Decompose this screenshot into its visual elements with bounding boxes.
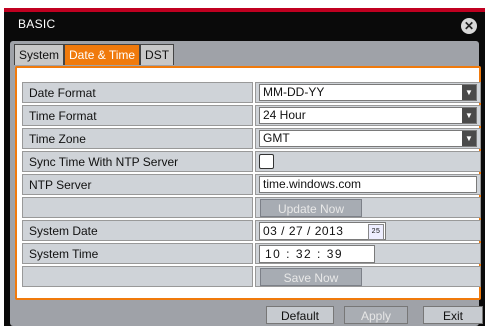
row-update-now: Update Now xyxy=(22,197,486,220)
ntp-server-label: NTP Server xyxy=(22,174,253,195)
ntp-sync-cell xyxy=(255,151,481,172)
time-zone-label: Time Zone xyxy=(22,128,253,149)
row-ntp-sync: Sync Time With NTP Server xyxy=(22,151,486,174)
update-now-button[interactable]: Update Now xyxy=(260,199,362,217)
row-system-time: System Time 10 : 32 : 39 xyxy=(22,243,486,266)
date-format-value: MM-DD-YY xyxy=(263,85,325,99)
date-format-cell: MM-DD-YY ▼ xyxy=(255,82,481,103)
tab-bar: System Date & Time DST xyxy=(14,44,175,65)
save-now-cell: Save Now xyxy=(255,266,481,287)
time-zone-cell: GMT ▼ xyxy=(255,128,481,149)
chevron-down-icon[interactable]: ▼ xyxy=(462,85,476,100)
time-zone-select[interactable]: GMT ▼ xyxy=(259,130,477,147)
system-date-cell: 03 / 27 / 2013 25 xyxy=(255,220,481,241)
chevron-down-icon[interactable]: ▼ xyxy=(462,108,476,123)
default-button[interactable]: Default xyxy=(266,306,334,324)
calendar-icon[interactable]: 25 xyxy=(368,224,384,240)
empty-label xyxy=(22,266,253,287)
chevron-down-icon[interactable]: ▼ xyxy=(462,131,476,146)
system-time-input[interactable]: 10 : 32 : 39 xyxy=(259,245,375,263)
tab-date-time[interactable]: Date & Time xyxy=(64,44,141,65)
system-date-value: 03 / 27 / 2013 xyxy=(263,224,344,238)
apply-button[interactable]: Apply xyxy=(344,306,408,324)
ntp-sync-label: Sync Time With NTP Server xyxy=(22,151,253,172)
system-date-label: System Date xyxy=(22,220,253,241)
row-ntp-server: NTP Server time.windows.com xyxy=(22,174,486,197)
tab-system[interactable]: System xyxy=(14,44,65,65)
tab-dst[interactable]: DST xyxy=(140,44,175,65)
ntp-sync-checkbox[interactable] xyxy=(259,154,274,169)
row-system-date: System Date 03 / 27 / 2013 25 xyxy=(22,220,486,243)
date-format-select[interactable]: MM-DD-YY ▼ xyxy=(259,84,477,101)
date-format-label: Date Format xyxy=(22,82,253,103)
row-time-format: Time Format 24 Hour ▼ xyxy=(22,105,486,128)
time-format-label: Time Format xyxy=(22,105,253,126)
close-icon[interactable]: ✕ xyxy=(461,18,477,34)
ntp-server-input[interactable]: time.windows.com xyxy=(259,176,477,193)
exit-button[interactable]: Exit xyxy=(423,306,483,324)
time-format-value: 24 Hour xyxy=(263,108,306,122)
row-save-now: Save Now xyxy=(22,266,486,289)
title-stripe xyxy=(4,8,485,12)
system-time-cell: 10 : 32 : 39 xyxy=(255,243,481,264)
save-now-button[interactable]: Save Now xyxy=(260,268,362,286)
time-format-cell: 24 Hour ▼ xyxy=(255,105,481,126)
ntp-server-cell: time.windows.com xyxy=(255,174,481,195)
system-time-label: System Time xyxy=(22,243,253,264)
row-date-format: Date Format MM-DD-YY ▼ xyxy=(22,82,486,105)
row-time-zone: Time Zone GMT ▼ xyxy=(22,128,486,151)
window-title: BASIC xyxy=(18,17,56,31)
update-now-cell: Update Now xyxy=(255,197,481,218)
time-zone-value: GMT xyxy=(263,131,290,145)
empty-label xyxy=(22,197,253,218)
time-format-select[interactable]: 24 Hour ▼ xyxy=(259,107,477,124)
system-date-input[interactable]: 03 / 27 / 2013 25 xyxy=(259,222,386,240)
